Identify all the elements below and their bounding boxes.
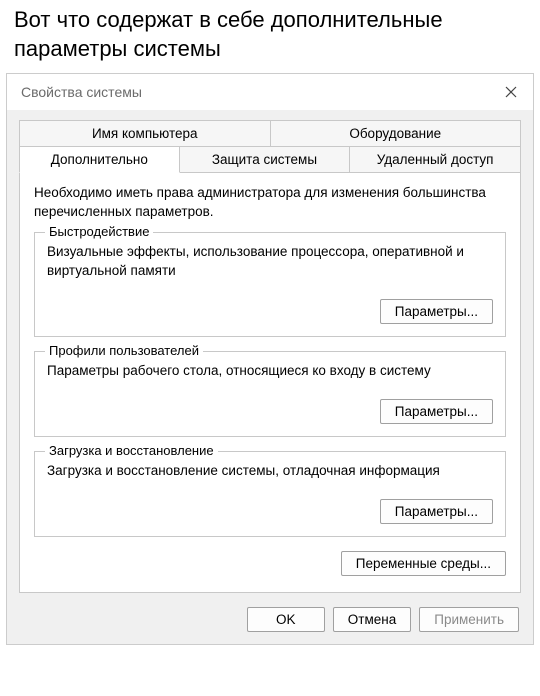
tab-remote[interactable]: Удаленный доступ [350,146,521,173]
group-user-profiles-legend: Профили пользователей [45,343,203,358]
group-user-profiles-desc: Параметры рабочего стола, относящиеся ко… [47,362,493,381]
tab-advanced[interactable]: Дополнительно [19,146,180,173]
user-profiles-settings-button[interactable]: Параметры... [380,399,493,424]
group-user-profiles: Профили пользователей Параметры рабочего… [34,351,506,437]
environment-variables-button[interactable]: Переменные среды... [341,551,506,576]
dialog-body: Имя компьютера Оборудование Дополнительн… [7,110,533,596]
tab-hardware[interactable]: Оборудование [271,120,522,146]
close-icon [505,86,517,98]
startup-recovery-settings-button[interactable]: Параметры... [380,499,493,524]
tab-system-protection[interactable]: Защита системы [180,146,351,173]
close-button[interactable] [501,82,521,102]
ok-button[interactable]: OK [247,607,325,632]
group-startup-recovery: Загрузка и восстановление Загрузка и вос… [34,451,506,537]
cancel-button[interactable]: Отмена [333,607,411,632]
group-performance-desc: Визуальные эффекты, использование процес… [47,243,493,281]
group-startup-recovery-legend: Загрузка и восстановление [45,443,218,458]
admin-notice: Необходимо иметь права администратора дл… [34,184,506,222]
tab-row-top: Имя компьютера Оборудование [19,120,521,146]
dialog-button-row: OK Отмена Применить [7,597,533,644]
system-properties-window: Свойства системы Имя компьютера Оборудов… [6,73,534,644]
apply-button[interactable]: Применить [419,607,519,632]
tab-computer-name[interactable]: Имя компьютера [19,120,271,146]
group-performance: Быстродействие Визуальные эффекты, испол… [34,232,506,337]
performance-settings-button[interactable]: Параметры... [380,299,493,324]
titlebar: Свойства системы [7,74,533,110]
tab-panel-advanced: Необходимо иметь права администратора дл… [19,172,521,592]
group-startup-recovery-desc: Загрузка и восстановление системы, отлад… [47,462,493,481]
tab-row-bottom: Дополнительно Защита системы Удаленный д… [19,146,521,173]
group-performance-legend: Быстродействие [45,224,153,239]
window-title: Свойства системы [21,84,142,100]
page-heading: Вот что содержат в себе дополнительные п… [0,0,540,73]
